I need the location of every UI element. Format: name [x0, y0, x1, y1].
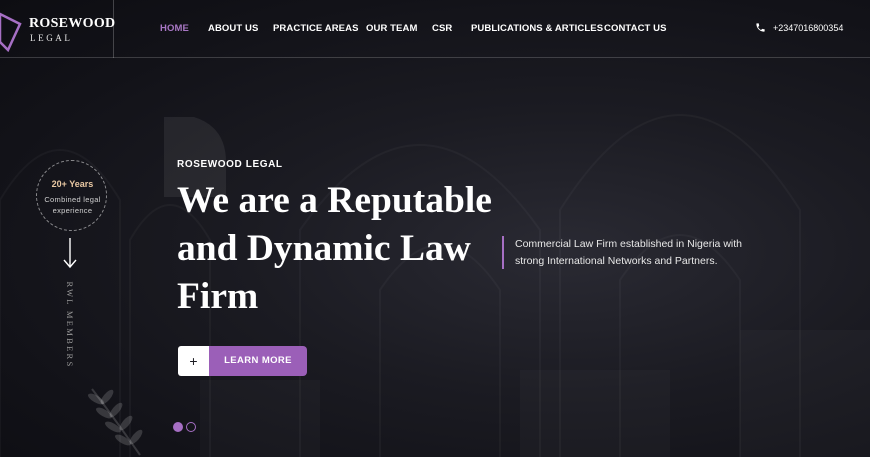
badge-description-line-1: Combined legal: [44, 195, 101, 204]
nav-item-home[interactable]: HOME: [160, 23, 189, 34]
accent-bar: [502, 236, 504, 269]
hero-headline-line-3: Firm: [177, 276, 259, 317]
arrow-down-icon[interactable]: [61, 237, 79, 269]
hero-headline-line-2: and Dynamic Law: [177, 228, 471, 269]
nav-item-practice-areas[interactable]: PRACTICE AREAS: [273, 23, 359, 34]
members-vertical-label: RWL MEMBERS: [65, 281, 75, 369]
nav-item-about-us[interactable]: ABOUT US: [208, 23, 258, 34]
experience-badge: 20+ Years Combined legal experience: [36, 160, 107, 231]
hero-headline: We are a Reputable and Dynamic Law Firm: [177, 177, 517, 321]
badge-years: 20+ Years: [51, 179, 94, 189]
nav-item-our-team[interactable]: OUR TEAM: [366, 23, 417, 34]
laurel-icon: [88, 388, 143, 456]
hero-eyebrow: ROSEWOOD LEGAL: [177, 159, 283, 170]
site-header: ROSEWOOD LEGAL HOME ABOUT US PRACTICE AR…: [0, 0, 870, 58]
hero-description-line-1: Commercial Law Firm established in Niger…: [515, 238, 742, 250]
brand-name: ROSEWOOD: [29, 16, 116, 31]
hero-headline-line-1: We are a Reputable: [177, 180, 492, 221]
learn-more-label: LEARN MORE: [209, 346, 307, 376]
phone-icon: [756, 23, 765, 32]
header-divider: [113, 0, 114, 58]
badge-description: Combined legal experience: [41, 194, 104, 216]
brand-subtitle: LEGAL: [30, 33, 73, 43]
hero-description: Commercial Law Firm established in Niger…: [515, 236, 760, 270]
learn-more-button[interactable]: + LEARN MORE: [178, 346, 307, 376]
nav-item-publications-articles[interactable]: PUBLICATIONS & ARTICLES: [471, 23, 603, 34]
plus-icon: +: [178, 346, 209, 376]
hero-description-line-2: strong International Networks and Partne…: [515, 255, 718, 267]
phone-number: +2347016800354: [773, 23, 844, 33]
slider-dot-1[interactable]: [173, 422, 183, 432]
nav-item-contact-us[interactable]: CONTACT US: [604, 23, 667, 34]
badge-description-line-2: experience: [52, 206, 93, 215]
slider-dot-2[interactable]: [186, 422, 196, 432]
logo[interactable]: ROSEWOOD LEGAL: [0, 8, 116, 52]
logo-icon: [0, 12, 22, 52]
nav-item-csr[interactable]: CSR: [432, 23, 452, 34]
